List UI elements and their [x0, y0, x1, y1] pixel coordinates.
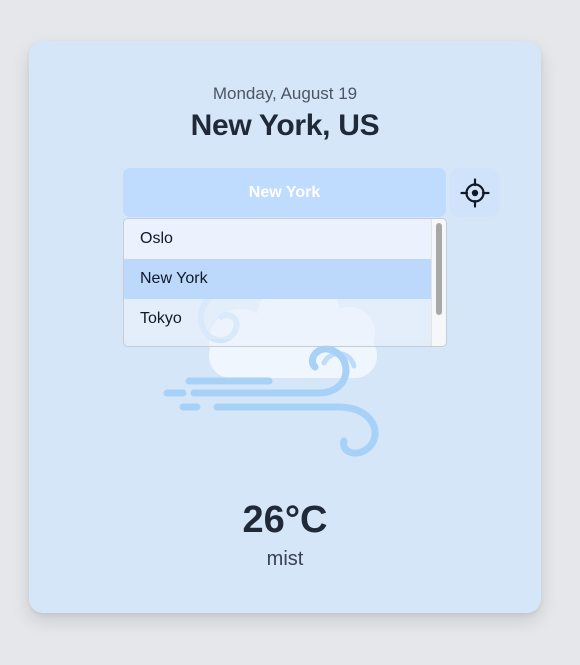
date-label: Monday, August 19	[212, 84, 358, 103]
city-option-oslo[interactable]: Oslo	[124, 219, 431, 259]
city-select-value: New York	[248, 183, 321, 201]
locate-button[interactable]	[450, 168, 499, 217]
dropdown-scrollbar[interactable]	[431, 219, 446, 346]
location-title: New York, US	[190, 109, 380, 142]
city-option-tokyo[interactable]: Tokyo	[124, 299, 431, 339]
city-option-new-york[interactable]: New York	[124, 259, 431, 299]
city-dropdown-list[interactable]: Oslo New York Tokyo	[123, 218, 447, 347]
city-select[interactable]: New York	[123, 168, 446, 217]
crosshair-icon	[459, 177, 490, 208]
temperature: 26°C	[242, 499, 328, 541]
scrollbar-thumb[interactable]	[436, 223, 442, 315]
weather-card: Monday, August 19 New York, US New York	[29, 41, 541, 613]
weather-condition: mist	[266, 548, 304, 570]
